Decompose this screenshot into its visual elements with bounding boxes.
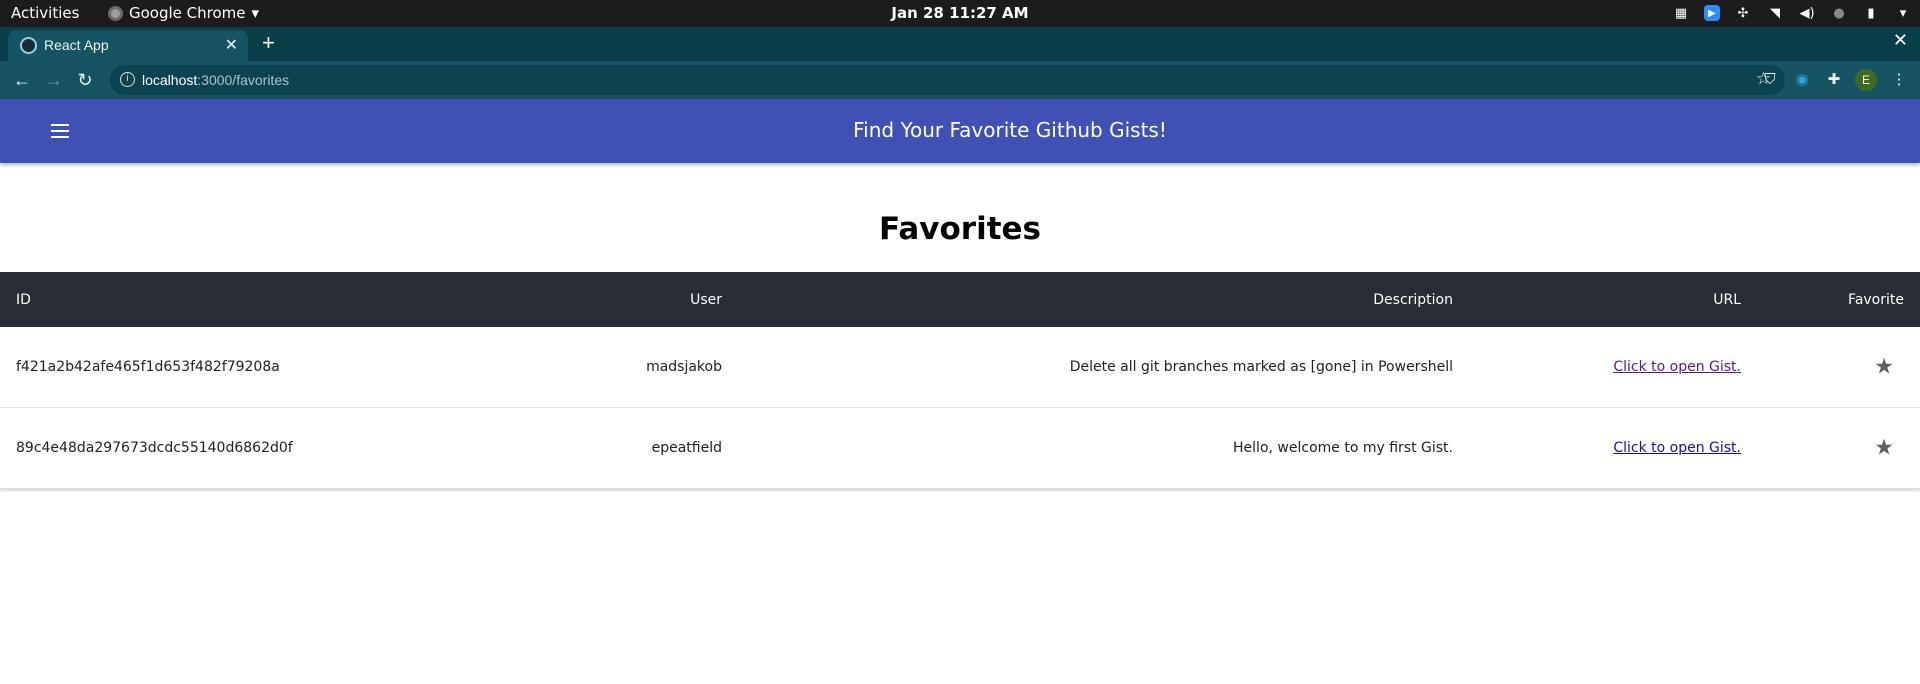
system-menu-caret-icon[interactable]: ▾	[1894, 4, 1912, 22]
clock[interactable]: Jan 28 11:27 AM	[0, 4, 1920, 22]
table-row: f421a2b42afe465f1d653f482f79208a madsjak…	[0, 327, 1920, 408]
cell-id: f421a2b42afe465f1d653f482f79208a	[16, 359, 280, 375]
volume-icon[interactable]: ◀)	[1798, 4, 1816, 22]
cell-user: epeatfield	[651, 440, 722, 456]
cell-description: Hello, welcome to my first Gist.	[1233, 440, 1453, 456]
app-title: Find Your Favorite Github Gists!	[853, 118, 1167, 142]
header-id: ID	[16, 291, 31, 308]
cell-description: Delete all git branches marked as [gone]…	[1069, 359, 1453, 375]
extensions-puzzle-icon[interactable]: ✚	[1824, 70, 1844, 90]
url-path: :3000/favorites	[197, 72, 290, 88]
extension-badge-icon[interactable]: ◉	[1792, 70, 1812, 90]
wifi-icon[interactable]: ◥	[1766, 4, 1784, 22]
back-arrow-icon[interactable]: ←	[9, 67, 35, 93]
new-tab-icon[interactable]: +	[262, 30, 275, 56]
battery-icon[interactable]: ▮	[1862, 4, 1880, 22]
open-gist-link[interactable]: Click to open Gist.	[1613, 440, 1741, 456]
header-favorite: Favorite	[1848, 291, 1904, 308]
system-top-bar: Activities Google Chrome ▾ Jan 28 11:27 …	[0, 0, 1920, 27]
window-close-icon[interactable]: ✕	[1893, 30, 1908, 51]
teams-icon[interactable]: ▦	[1672, 4, 1690, 22]
microphone-icon[interactable]: ●	[1830, 4, 1848, 22]
system-tray[interactable]: ▦ ▶ ✣ ◥ ◀) ● ▮ ▾	[1672, 4, 1912, 22]
app-bar: Find Your Favorite Github Gists!	[0, 99, 1920, 163]
profile-avatar[interactable]: E	[1855, 69, 1877, 91]
header-url: URL	[1713, 291, 1741, 308]
star-icon[interactable]: ★	[1874, 355, 1894, 380]
header-user: User	[690, 291, 722, 308]
forward-arrow-icon[interactable]: →	[41, 67, 67, 93]
tab-title: React App	[44, 37, 109, 53]
tab-react-app[interactable]: React App ✕	[8, 30, 248, 61]
cell-id: 89c4e48da297673dcdc55140d6862d0f	[16, 440, 293, 456]
url-host: localhost	[142, 72, 198, 88]
browser-toolbar: ← → ↻ i localhost:3000/favorites ☆ ⛉ ◉ ✚…	[0, 61, 1920, 99]
table-row: 89c4e48da297673dcdc55140d6862d0f epeatfi…	[0, 408, 1920, 489]
header-description: Description	[1373, 291, 1453, 308]
site-info-icon[interactable]: i	[120, 72, 135, 87]
tab-strip: React App ✕	[0, 27, 1920, 61]
browser-menu-icon[interactable]: ⋮	[1889, 70, 1909, 90]
tab-close-icon[interactable]: ✕	[225, 35, 238, 55]
zoom-icon[interactable]: ▶	[1704, 5, 1720, 21]
favorites-table: ID User Description URL Favorite f421a2b…	[0, 272, 1920, 489]
slack-icon[interactable]: ✣	[1734, 4, 1752, 22]
cell-url: Click to open Gist.	[1613, 440, 1741, 456]
open-gist-link[interactable]: Click to open Gist.	[1613, 359, 1741, 375]
url-text[interactable]: localhost:3000/favorites	[142, 72, 289, 88]
reload-icon[interactable]: ↻	[72, 67, 98, 93]
react-favicon-icon	[20, 37, 37, 54]
cell-url: Click to open Gist.	[1613, 359, 1741, 375]
cell-user: madsjakob	[646, 359, 722, 375]
star-icon[interactable]: ★	[1874, 436, 1894, 461]
incognito-extension-icon[interactable]: ⛉	[1760, 70, 1780, 90]
address-bar[interactable]: i localhost:3000/favorites ☆	[110, 65, 1785, 95]
table-header: ID User Description URL Favorite	[0, 272, 1920, 327]
page-title: Favorites	[879, 211, 1041, 247]
